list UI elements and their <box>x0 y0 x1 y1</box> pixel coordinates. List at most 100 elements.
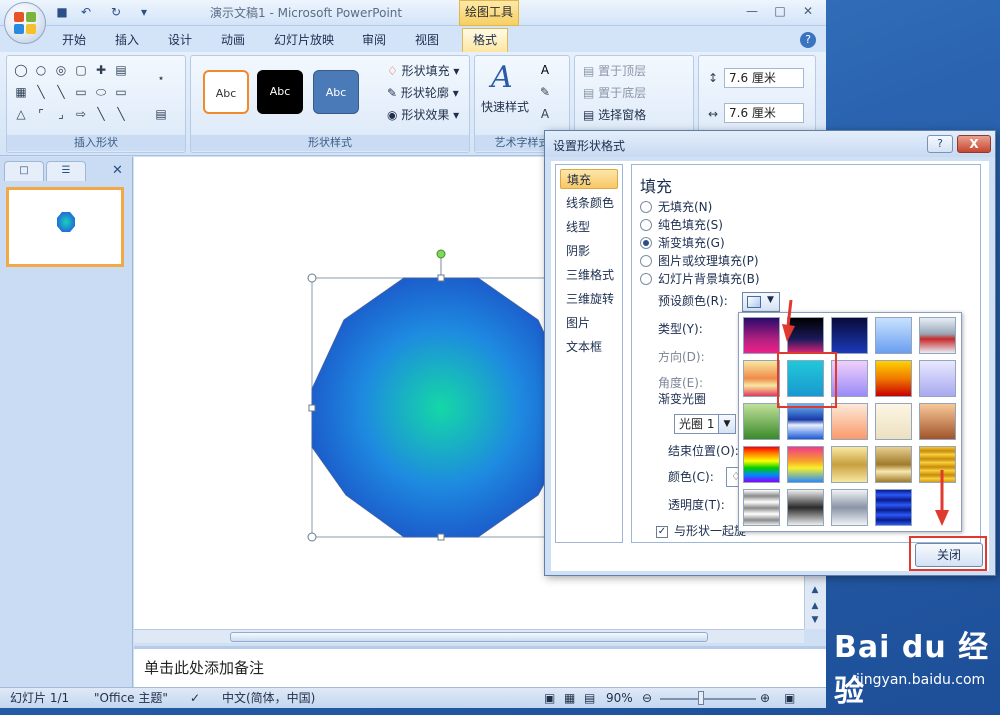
preset-colors-dropdown[interactable]: ▼ <box>742 292 780 312</box>
radio-background-fill[interactable]: 幻灯片背景填充(B) <box>640 271 760 288</box>
zoom-out-icon[interactable]: ⊖ <box>642 690 652 706</box>
tab-animations[interactable]: 动画 <box>221 30 245 52</box>
gradient-swatch-fire[interactable] <box>875 360 912 397</box>
style-orange-outline[interactable]: Abc <box>203 70 249 114</box>
minimize-icon[interactable]: — <box>740 2 764 20</box>
text-fill-icon[interactable]: A <box>537 62 553 78</box>
scroll-up-icon[interactable]: ▲ <box>807 583 823 597</box>
shape-ring-icon[interactable]: ◎ <box>53 62 69 78</box>
horizontal-scroll-thumb[interactable] <box>230 632 708 642</box>
close-panel-icon[interactable]: ✕ <box>112 163 123 178</box>
gradient-swatch-rainbow[interactable] <box>743 446 780 483</box>
quick-styles-button[interactable]: 快速样式 <box>481 98 529 116</box>
undo-icon[interactable]: ↶ <box>78 4 94 20</box>
customize-toolbar-icon[interactable]: ▾ <box>136 4 152 20</box>
zoom-slider-thumb[interactable] <box>698 691 704 705</box>
send-to-back-button[interactable]: ▤ 置于底层 <box>583 84 646 102</box>
tab-review[interactable]: 审阅 <box>362 30 386 52</box>
shape-diagonal-2-icon[interactable]: ╲ <box>113 106 129 122</box>
gradient-swatch-moss[interactable] <box>743 403 780 440</box>
gradient-swatch-chrome[interactable] <box>743 489 780 526</box>
sorter-view-icon[interactable]: ▦ <box>564 690 575 706</box>
bring-to-front-button[interactable]: ▤ 置于顶层 <box>583 62 646 80</box>
shape-table-icon[interactable]: ▦ <box>13 84 29 100</box>
radio-picture-fill[interactable]: 图片或纹理填充(P) <box>640 253 759 270</box>
office-button[interactable] <box>4 2 46 44</box>
style-black-fill[interactable]: Abc <box>257 70 303 114</box>
horizontal-scrollbar[interactable] <box>134 629 804 643</box>
zoom-level[interactable]: 90% <box>606 690 633 706</box>
shape-diagonal-icon[interactable]: ╲ <box>93 106 109 122</box>
gradient-swatch-gold[interactable] <box>831 446 868 483</box>
dialog-close-button[interactable]: X <box>957 135 991 153</box>
gradient-swatch-daybreak[interactable] <box>875 317 912 354</box>
gradient-swatch-silver[interactable] <box>831 489 868 526</box>
radio-no-fill[interactable]: 无填充(N) <box>640 199 712 216</box>
shape-line-icon[interactable]: ╲ <box>33 84 49 100</box>
style-blue-fill[interactable]: Abc <box>313 70 359 114</box>
close-window-icon[interactable]: ✕ <box>796 2 820 20</box>
tab-format[interactable]: 格式 <box>462 28 509 52</box>
shape-textbox-icon[interactable]: ▤ <box>113 62 129 78</box>
spellcheck-icon[interactable]: ✓ <box>190 690 200 706</box>
height-input[interactable]: 7.6 厘米 <box>724 68 804 88</box>
nav-picture[interactable]: 图片 <box>560 313 618 333</box>
tab-slides[interactable]: □ <box>4 161 44 181</box>
help-icon[interactable]: ? <box>800 32 816 48</box>
prev-slide-icon[interactable]: ▲ <box>807 599 823 613</box>
nav-line-color[interactable]: 线条颜色 <box>560 193 618 213</box>
tab-outline[interactable]: ☰ <box>46 161 86 181</box>
slide-thumbnail[interactable] <box>6 187 124 267</box>
shape-round-rect-icon[interactable]: ▢ <box>73 62 89 78</box>
gradient-swatch-nightfall[interactable] <box>831 317 868 354</box>
rotate-with-shape-checkbox[interactable]: ✓ <box>656 526 668 538</box>
shape-connector-icon[interactable]: ⌜ <box>33 106 49 122</box>
edit-shape-icon[interactable]: ⋆ <box>153 70 169 86</box>
nav-line-style[interactable]: 线型 <box>560 217 618 237</box>
next-slide-icon[interactable]: ▼ <box>807 613 823 627</box>
nav-3d-format[interactable]: 三维格式 <box>560 265 618 285</box>
gradient-swatch-wheat[interactable] <box>831 403 868 440</box>
shape-octagon-icon[interactable]: ◯ <box>13 62 29 78</box>
redo-icon[interactable]: ↻ <box>108 4 124 20</box>
nav-3d-rotation[interactable]: 三维旋转 <box>560 289 618 309</box>
tab-home[interactable]: 开始 <box>62 30 86 52</box>
shape-elbow-icon[interactable]: ⌟ <box>53 106 69 122</box>
radio-gradient-fill[interactable]: 渐变填充(G) <box>640 235 725 252</box>
save-icon[interactable]: ■ <box>54 4 70 20</box>
text-effects-icon[interactable]: A <box>537 106 553 122</box>
tab-slideshow[interactable]: 幻灯片放映 <box>274 30 334 52</box>
zoom-in-icon[interactable]: ⊕ <box>760 690 770 706</box>
gradient-swatch-gold-ii[interactable] <box>875 446 912 483</box>
nav-shadow[interactable]: 阴影 <box>560 241 618 261</box>
normal-view-icon[interactable]: ▣ <box>544 690 555 706</box>
shape-fill-button[interactable]: ♢ 形状填充 ▾ <box>387 62 459 80</box>
tab-view[interactable]: 视图 <box>415 30 439 52</box>
shape-rect-2-icon[interactable]: ▭ <box>113 84 129 100</box>
shape-arrow-icon[interactable]: ⇨ <box>73 106 89 122</box>
maximize-icon[interactable]: □ <box>768 2 792 20</box>
gradient-swatch-rainbow-ii[interactable] <box>787 446 824 483</box>
gradient-swatch-chrome-ii[interactable] <box>787 489 824 526</box>
shape-plus-icon[interactable]: ✚ <box>93 62 109 78</box>
shape-oval-icon[interactable]: ⬭ <box>93 84 109 100</box>
nav-fill[interactable]: 填充 <box>560 169 618 189</box>
width-input[interactable]: 7.6 厘米 <box>724 103 804 123</box>
fit-window-icon[interactable]: ▣ <box>784 690 795 706</box>
shape-line-2-icon[interactable]: ╲ <box>53 84 69 100</box>
nav-text-box[interactable]: 文本框 <box>560 337 618 357</box>
selection-pane-button[interactable]: ▤ 选择窗格 <box>583 106 646 124</box>
gradient-swatch-desert[interactable] <box>743 360 780 397</box>
gradient-swatch-peacock[interactable] <box>787 403 824 440</box>
gradient-swatch-parchment[interactable] <box>875 403 912 440</box>
shape-effects-button[interactable]: ◉ 形状效果 ▾ <box>387 106 459 124</box>
shape-circle-icon[interactable]: ○ <box>33 62 49 78</box>
shape-rectangle-icon[interactable]: ▭ <box>73 84 89 100</box>
stop-chevron-down-icon[interactable]: ▼ <box>718 414 736 434</box>
shape-triangle-icon[interactable]: △ <box>13 106 29 122</box>
zoom-slider[interactable] <box>660 698 756 700</box>
text-box-icon[interactable]: ▤ <box>153 106 169 122</box>
text-outline-icon[interactable]: ✎ <box>537 84 553 100</box>
slideshow-view-icon[interactable]: ▤ <box>584 690 595 706</box>
radio-solid-fill[interactable]: 纯色填充(S) <box>640 217 723 234</box>
